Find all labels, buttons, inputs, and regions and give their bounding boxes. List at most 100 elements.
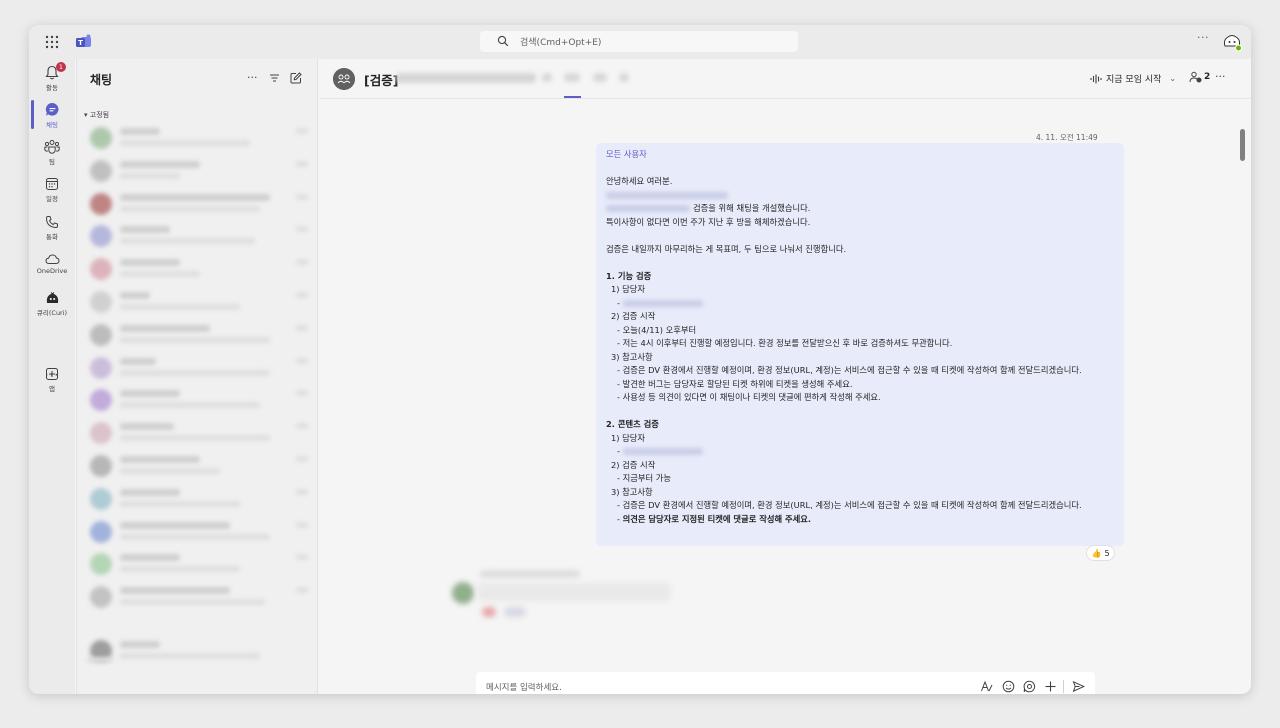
plus-icon[interactable] [1044, 680, 1057, 693]
add-tab-icon[interactable] [619, 73, 629, 82]
reply-reaction-other[interactable] [504, 607, 526, 617]
chat-list-item[interactable] [87, 451, 312, 481]
chat-name-redacted [120, 456, 200, 463]
start-meeting-button[interactable]: 지금 모임 시작 ⌄ [1090, 72, 1176, 85]
chat-name-redacted [120, 259, 180, 267]
search-placeholder: 검색(Cmd+Opt+E) [520, 38, 602, 48]
chat-list-item[interactable] [87, 636, 312, 666]
chat-list-item[interactable] [87, 549, 312, 579]
new-chat-icon[interactable] [290, 72, 302, 84]
redacted-owner [622, 299, 703, 307]
chat-preview-redacted [120, 500, 240, 507]
chat-list-item[interactable] [87, 418, 312, 448]
chat-time-redacted [296, 390, 308, 397]
chat-avatar [90, 487, 112, 510]
profile-avatar-icon[interactable] [1221, 32, 1243, 52]
chat-name-redacted [120, 324, 210, 332]
chat-time-redacted [296, 521, 308, 528]
format-icon[interactable] [980, 680, 993, 693]
edit-title-icon[interactable] [542, 73, 552, 82]
chat-list-item[interactable] [87, 484, 312, 514]
chat-list-item[interactable] [87, 156, 312, 186]
notification-badge: 1 [56, 62, 66, 72]
chat-list-item[interactable] [87, 254, 312, 284]
chat-list-item[interactable] [87, 517, 312, 547]
more-options-icon[interactable]: ··· [1197, 31, 1209, 44]
s2-ref-a: - 검증은 DV 환경에서 진행할 예정이며, 환경 정보(URL, 계정)는 … [617, 500, 1082, 510]
chat-list-pane: 채팅 ··· ▾ 고정됨 [76, 59, 318, 694]
header-more-icon[interactable]: ··· [1215, 70, 1226, 83]
chat-list-item[interactable] [87, 582, 312, 612]
chat-name-redacted [120, 554, 180, 562]
send-icon[interactable] [1072, 680, 1085, 693]
app-rail: 1 활동 채팅 팀 일정 통화 OneDrive 큐리(Curi) ··· 앱 [29, 59, 75, 694]
message-composer[interactable]: 메시지를 입력하세요. [476, 672, 1095, 694]
chat-list-item[interactable] [87, 287, 312, 317]
pinned-section-header[interactable]: ▾ 고정됨 [84, 110, 109, 120]
chat-avatar [90, 586, 112, 609]
chat-time-redacted [296, 160, 308, 167]
chat-avatar [90, 356, 112, 379]
chat-list-item[interactable] [87, 320, 312, 350]
message-line-open: 검증을 위해 채팅을 개설했습니다. [693, 203, 811, 213]
chat-time-redacted [296, 259, 308, 266]
tab-chat[interactable] [564, 73, 580, 82]
add-app-icon [46, 368, 58, 380]
conversation-pane: [검증] 지금 모임 시작 ⌄ 2 ··· 4. 11. 오전 11:49 모든… [320, 59, 1251, 694]
calendar-icon [46, 178, 58, 190]
s1-start: 2) 검증 시작 [611, 311, 656, 321]
chat-time-redacted [296, 488, 308, 495]
chat-time-redacted [296, 423, 308, 430]
s2-ref-b: 의견은 담당자로 지정된 티켓에 댓글로 작성해 주세요. [622, 513, 812, 524]
conversation-title[interactable]: [검증] [364, 70, 398, 89]
filter-icon[interactable] [269, 73, 280, 83]
chat-name-redacted [120, 488, 180, 496]
s1-owner-dash: - [617, 297, 623, 308]
rail-item-curi[interactable]: 큐리(Curi) [29, 291, 75, 317]
rail-item-teams[interactable]: 팀 [29, 139, 75, 166]
participants-button[interactable]: 2 [1189, 71, 1210, 83]
message-line-close: 특이사항이 없다면 이번 주가 지난 후 방을 해체하겠습니다. [606, 216, 811, 227]
emoji-icon[interactable] [1002, 680, 1015, 693]
s2-start-a: - 지금부터 가능 [617, 473, 672, 483]
chat-list-item[interactable] [87, 221, 312, 251]
mention-everyone[interactable]: 모든 사용자 [606, 148, 1114, 162]
chevron-down-icon[interactable]: ⌄ [1169, 74, 1176, 83]
group-chat-avatar [333, 68, 355, 90]
tab-shared[interactable] [593, 73, 607, 82]
chat-avatar [90, 127, 112, 149]
chat-preview-redacted [120, 271, 200, 278]
s1-ref: 3) 참고사항 [611, 351, 653, 362]
rail-item-activity[interactable]: 1 활동 [29, 62, 75, 92]
reply-meta [480, 571, 580, 577]
message-bubble[interactable]: 모든 사용자 안녕하세요 여러분. 검증을 위해 채팅을 개설했습니다. 특이사… [596, 143, 1124, 546]
chat-list-more-icon[interactable]: ··· [247, 71, 258, 84]
s2-owner: 1) 담당자 [611, 432, 646, 443]
redacted-text [606, 191, 728, 199]
cloud-icon [44, 254, 60, 264]
thumbs-up-icon: 👍 [1091, 548, 1102, 558]
loop-component-icon[interactable] [1023, 680, 1036, 693]
rail-item-apps[interactable]: 앱 [29, 367, 75, 393]
reply-reaction-heart[interactable] [482, 607, 496, 617]
rail-item-onedrive[interactable]: OneDrive [29, 253, 75, 275]
rail-item-calls[interactable]: 통화 [29, 215, 75, 241]
app-launcher-icon[interactable] [45, 35, 59, 49]
chat-list-item[interactable] [87, 189, 312, 219]
chat-icon [45, 102, 58, 116]
chat-list-item[interactable] [87, 353, 312, 383]
chat-name-redacted [120, 226, 170, 234]
scrollbar-thumb[interactable] [1240, 129, 1245, 161]
reaction-thumbs-up[interactable]: 👍 5 [1086, 545, 1115, 561]
reply-bubble[interactable] [477, 583, 671, 601]
composer-divider [1063, 680, 1064, 693]
chat-list-item[interactable] [87, 123, 312, 153]
search-box[interactable]: 검색(Cmd+Opt+E) [480, 31, 798, 52]
pinned-label: 고정됨 [89, 111, 110, 119]
chat-list-item[interactable] [87, 385, 312, 415]
rail-item-calendar[interactable]: 일정 [29, 177, 75, 203]
s1-ref-a: - 검증은 DV 환경에서 진행할 예정이며, 환경 정보(URL, 계정)는 … [617, 365, 1082, 375]
rail-item-chat[interactable]: 채팅 [29, 102, 75, 129]
curi-app-icon [46, 292, 58, 303]
chat-avatar [90, 192, 112, 215]
